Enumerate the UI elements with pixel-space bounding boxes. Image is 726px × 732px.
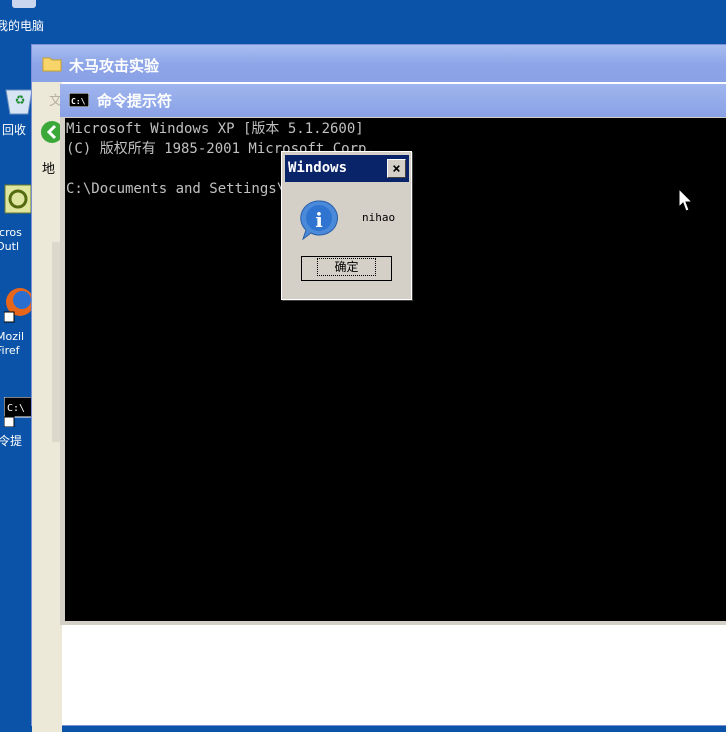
ok-button-label: 确定: [317, 258, 376, 276]
command-prompt-shortcut-icon[interactable]: C:\: [4, 397, 32, 427]
message-box-title: Windows: [288, 160, 348, 176]
explorer-title: 木马攻击实验: [69, 57, 160, 75]
desktop-label-my-computer[interactable]: 我的电脑: [0, 17, 44, 34]
back-arrow-icon[interactable]: [40, 120, 62, 144]
explorer-address-label: 地: [42, 162, 56, 177]
mouse-cursor-icon: [678, 188, 694, 212]
cmd-titlebar[interactable]: C:\ 命令提示符: [60, 84, 726, 117]
desktop-label-recycle-bin[interactable]: 回收: [2, 121, 26, 138]
svg-text:C:\: C:\: [7, 403, 25, 414]
desktop-label-outlook[interactable]: icros Outl: [0, 226, 30, 254]
desktop-label-firefox[interactable]: Mozil Firef: [0, 330, 30, 358]
message-box-titlebar[interactable]: Windows ×: [285, 155, 409, 182]
my-computer-icon[interactable]: [10, 0, 40, 12]
outlook-icon[interactable]: [4, 184, 32, 216]
message-text: nihao: [362, 211, 396, 224]
explorer-side-strip: 文 地: [32, 82, 62, 732]
svg-text:i: i: [315, 208, 323, 232]
svg-text:♻: ♻: [15, 93, 26, 107]
close-button[interactable]: ×: [387, 159, 406, 178]
desktop-label-command-prompt[interactable]: 令提: [0, 432, 22, 449]
cmd-title: 命令提示符: [97, 92, 173, 110]
folder-icon: [42, 57, 62, 72]
explorer-titlebar[interactable]: 木马攻击实验: [32, 45, 726, 82]
firefox-icon[interactable]: [4, 286, 34, 324]
info-icon: i: [300, 200, 338, 241]
message-box: Windows × i nihao 确定: [281, 151, 412, 300]
console-icon-text: C:\: [71, 97, 86, 106]
ok-button[interactable]: 确定: [301, 256, 392, 281]
console-icon: C:\: [69, 93, 89, 107]
recycle-bin-icon[interactable]: ♻: [4, 82, 34, 116]
console-line-1: Microsoft Windows XP [版本 5.1.2600]: [66, 121, 364, 137]
